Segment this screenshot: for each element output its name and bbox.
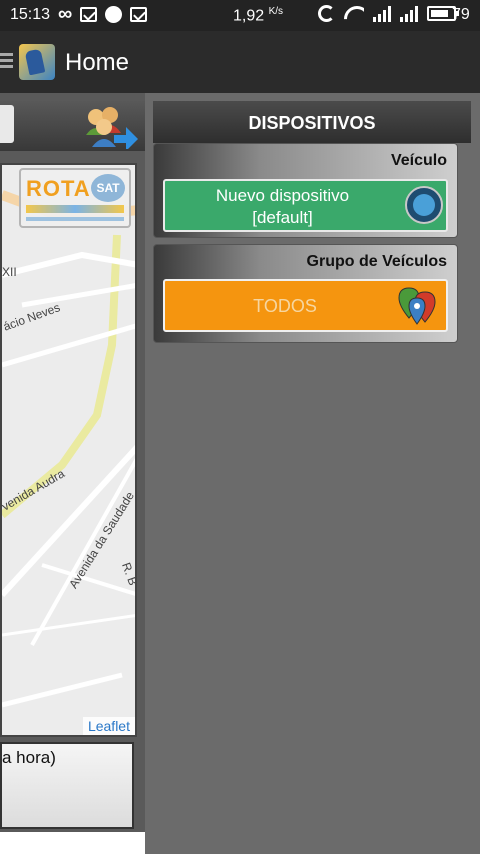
vehicle-label: Veículo: [390, 152, 447, 169]
wifi-icon: [344, 6, 364, 22]
gallery-notification-icon: [80, 6, 98, 22]
info-box: a hora): [0, 742, 134, 829]
vehicle-group-card: Grupo de Veículos TODOS: [153, 244, 458, 343]
network-speed-unit: K/s: [268, 6, 284, 17]
map-roads: [2, 190, 135, 708]
menu-icon[interactable]: [0, 53, 13, 69]
status-time: 15:13: [10, 6, 51, 23]
mail-notification-icon: [130, 6, 148, 22]
group-users-icon[interactable]: [82, 105, 138, 149]
devices-title: DISPOSITIVOS: [248, 113, 376, 133]
battery-percent: 79: [452, 6, 470, 23]
header-tab[interactable]: [0, 105, 14, 143]
network-speed: 1,92 K/s: [233, 6, 283, 25]
signal-3g-icon: [373, 5, 391, 22]
device-select-button[interactable]: Nuevo dispositivo [default]: [163, 179, 448, 232]
vehicle-card: Veículo Nuevo dispositivo [default]: [153, 143, 458, 238]
signal-icon: [400, 5, 418, 22]
brand-stripe: [26, 217, 124, 221]
status-bar: 15:13 ∞ 1,92 K/s 79: [0, 0, 480, 31]
vehicle-group-label: Grupo de Veículos: [306, 253, 447, 270]
page-title: Home: [65, 49, 130, 76]
map-view[interactable]: ROTA SAT XII ácio Neves venida Audra Ave…: [0, 163, 137, 737]
network-speed-value: 1,92: [233, 7, 265, 25]
info-caption: a hora): [2, 748, 56, 767]
device-name-line-2: [default]: [252, 208, 313, 227]
group-value: TODOS: [253, 296, 317, 316]
leaflet-attribution-link[interactable]: Leaflet: [82, 717, 135, 735]
brand-sat-text: SAT: [91, 174, 125, 202]
rotasat-brand: ROTA SAT: [19, 168, 131, 228]
main-header: [0, 101, 145, 151]
brand-rota-text: ROTA: [26, 176, 91, 201]
street-label: XII: [2, 265, 17, 279]
brand-stripe: [26, 205, 124, 213]
device-name: Nuevo dispositivo [default]: [165, 185, 400, 229]
app-logo[interactable]: [19, 44, 55, 80]
system-icons: [318, 5, 459, 22]
infinity-icon: ∞: [58, 3, 73, 25]
group-select-button[interactable]: TODOS: [163, 279, 448, 332]
device-name-line-1: Nuevo dispositivo: [215, 186, 350, 205]
whatsapp-icon: [105, 5, 123, 23]
devices-header: DISPOSITIVOS: [153, 101, 471, 143]
satellite-pin-icon: [405, 186, 443, 224]
map-pins-icon: [398, 287, 436, 325]
action-bar: Home: [0, 31, 480, 93]
notification-icons: ∞: [58, 3, 148, 25]
screen-rotation-icon: [318, 5, 335, 22]
bottom-strip: [0, 832, 145, 854]
main-content-panel: ROTA SAT XII ácio Neves venida Audra Ave…: [0, 93, 145, 854]
